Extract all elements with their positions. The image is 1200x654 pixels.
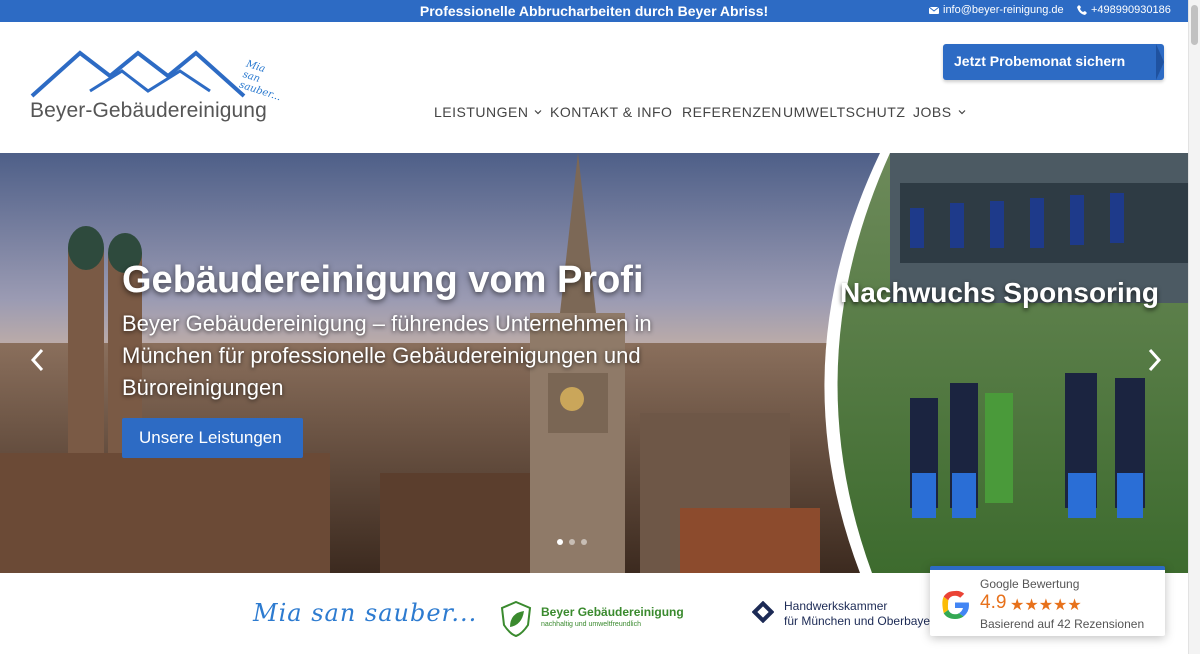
chevron-down-icon <box>535 110 542 115</box>
slider-prev-arrow-icon[interactable] <box>28 348 48 372</box>
handwerkskammer-logo-icon <box>752 601 774 623</box>
nav-item-leistungen[interactable]: LEISTUNGEN <box>434 104 542 120</box>
google-review-widget[interactable]: Google Bewertung 4.9 ★★★★★ Basierend auf… <box>930 566 1165 636</box>
nav-label: JOBS <box>913 104 952 120</box>
leaf-shield-icon <box>500 601 532 637</box>
page-scrollbar[interactable] <box>1188 0 1200 654</box>
hero-title: Gebäudereinigung vom Profi <box>122 259 644 301</box>
hwk-line1: Handwerkskammer <box>784 599 888 613</box>
slider-next-arrow-icon[interactable] <box>1144 348 1164 372</box>
eco-logo-name: Beyer Gebäudereinigung <box>541 605 684 619</box>
review-stars: ★★★★★ <box>1010 597 1082 614</box>
nav-label: UMWELTSCHUTZ <box>783 104 906 120</box>
email-link[interactable]: info@beyer-reinigung.de <box>929 4 1064 16</box>
nav-item-jobs[interactable]: JOBS <box>913 104 966 120</box>
review-score: 4.9 <box>980 592 1007 613</box>
hero-subtitle: Beyer Gebäudereinigung – führendes Unter… <box>122 311 652 400</box>
email-text: info@beyer-reinigung.de <box>943 4 1064 16</box>
review-title: Google Bewertung <box>980 577 1080 591</box>
sponsor-title: Nachwuchs Sponsoring <box>840 277 1159 308</box>
logo-text[interactable]: Beyer-Gebäudereinigung <box>30 99 267 123</box>
phone-text: +498990930186 <box>1091 4 1171 16</box>
slider-dot[interactable] <box>581 539 587 545</box>
eco-logo-tagline: nachhaltig und umweltfreundlich <box>541 621 642 628</box>
google-g-icon <box>942 590 969 619</box>
unsere-leistungen-button[interactable]: Unsere Leistungen <box>122 418 303 458</box>
nav-label: REFERENZEN <box>682 104 782 120</box>
top-bar: Professionelle Abbrucharbeiten durch Bey… <box>0 0 1200 22</box>
chevron-down-icon <box>958 110 966 115</box>
slider-dots <box>557 539 587 545</box>
slider-dot[interactable] <box>569 539 575 545</box>
envelope-icon <box>929 6 939 14</box>
phone-icon <box>1077 5 1087 15</box>
handwerkskammer-name: Handwerkskammer für München und Oberbaye… <box>784 599 941 629</box>
hero-slider: Gebäudereinigung vom Profi Beyer Gebäude… <box>0 153 1188 573</box>
nav-item-kontakt[interactable]: KONTAKT & INFO <box>550 104 672 120</box>
nav-item-referenzen[interactable]: REFERENZEN <box>682 104 782 120</box>
slider-dot[interactable] <box>557 539 563 545</box>
site-header: Mia san sauber... <box>0 22 1188 153</box>
probemonat-button[interactable]: Jetzt Probemonat sichern <box>943 44 1164 80</box>
slogan-script: Mia san sauber... <box>253 599 478 627</box>
nav-label: LEISTUNGEN <box>434 104 529 120</box>
nav-label: KONTAKT & INFO <box>550 104 673 120</box>
hwk-line2: für München und Oberbayern <box>784 614 941 628</box>
scrollbar-thumb[interactable] <box>1191 5 1198 45</box>
nav-item-umweltschutz[interactable]: UMWELTSCHUTZ <box>783 104 905 120</box>
review-count: Basierend auf 42 Rezensionen <box>980 617 1145 631</box>
phone-link[interactable]: +498990930186 <box>1077 4 1171 16</box>
